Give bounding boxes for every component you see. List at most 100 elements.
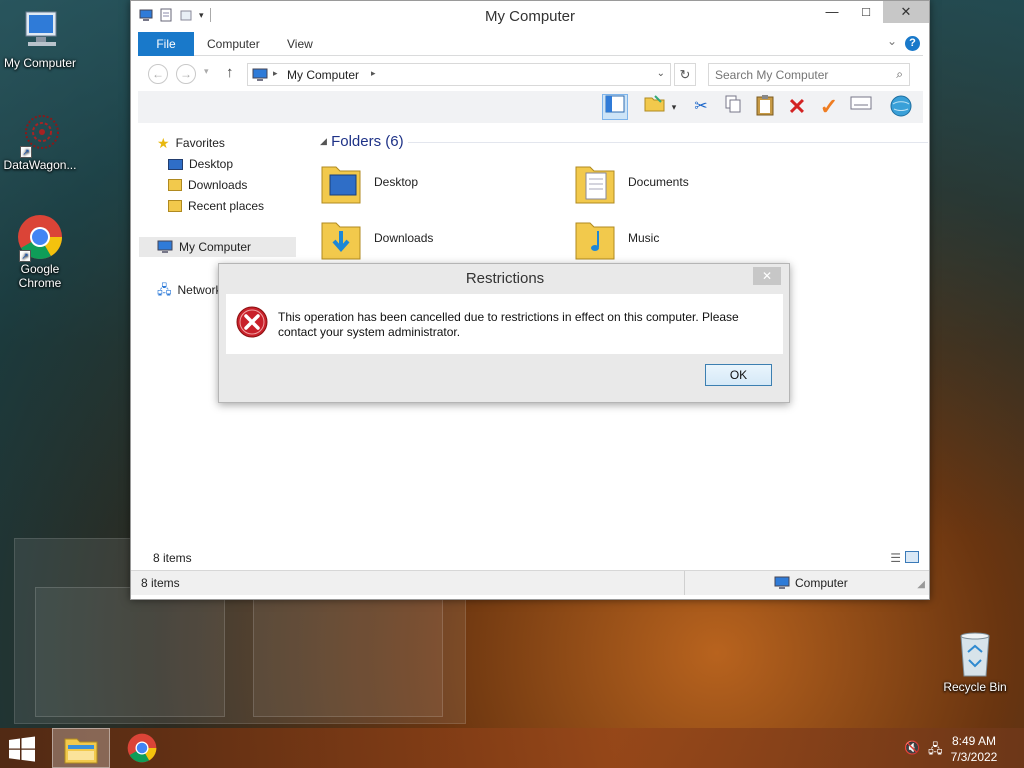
preview-pane-icon[interactable]	[602, 94, 628, 120]
clock[interactable]: 8:49 AM 7/3/2022	[944, 733, 1004, 765]
help-icon[interactable]: ?	[905, 36, 920, 51]
folders-group-header[interactable]: ◢ Folders (6)	[320, 133, 928, 150]
folder-music[interactable]: Music	[574, 215, 659, 261]
folder-label: Music	[628, 231, 660, 245]
recent-locations-icon[interactable]: ▾	[204, 66, 209, 77]
large-icons-view-icon[interactable]	[905, 551, 919, 563]
command-toolbar: ▾ ✂ ✕ ✓	[138, 91, 923, 123]
copy-icon[interactable]	[720, 94, 746, 120]
nav-label: My Computer	[179, 240, 252, 254]
folder-label: Downloads	[374, 231, 434, 245]
datawagon-icon: ↗	[18, 110, 62, 158]
nav-recent-places[interactable]: Recent places	[168, 196, 264, 216]
folders-header-label: Folders (6)	[331, 133, 404, 150]
star-icon: ★	[157, 135, 170, 151]
dialog-close-button[interactable]: ✕	[753, 267, 781, 285]
computer-icon	[157, 240, 173, 253]
folder-downloads[interactable]: Downloads	[320, 215, 433, 261]
desktop-icon-my-computer[interactable]: My Computer	[0, 8, 80, 70]
nav-downloads[interactable]: Downloads	[168, 175, 247, 195]
desktop-icon-label: Recycle Bin	[943, 680, 1007, 694]
folder-label: Documents	[628, 175, 689, 189]
paste-icon[interactable]	[752, 94, 778, 120]
shortcut-arrow-icon: ↗	[20, 146, 32, 158]
desktop-icon	[168, 158, 183, 170]
restrictions-dialog: Restrictions ✕ This operation has been c…	[218, 263, 790, 403]
collapse-caret-icon: ◢	[320, 136, 327, 146]
windows-start-icon[interactable]	[8, 736, 36, 762]
network-globe-icon[interactable]	[888, 94, 914, 120]
details-view-icon[interactable]: ☰	[890, 551, 901, 565]
properties-icon[interactable]	[848, 94, 874, 120]
status-bar: 8 items Computer ◢	[131, 570, 929, 595]
desktop-icon-recycle-bin[interactable]: Recycle Bin	[935, 630, 1015, 694]
ok-button[interactable]: OK	[705, 364, 772, 386]
window-title: My Computer	[484, 8, 576, 25]
volume-muted-icon[interactable]: 🔇	[904, 740, 920, 756]
search-box: ⌕	[708, 63, 910, 86]
computer-icon	[774, 576, 790, 589]
up-button[interactable]: ↑	[226, 64, 234, 81]
chrome-icon: ↗	[17, 214, 63, 262]
desktop-icon-label: DataWagon...	[3, 158, 77, 172]
refresh-button[interactable]: ↻	[674, 63, 696, 86]
error-icon	[236, 306, 268, 338]
clock-time: 8:49 AM	[951, 734, 997, 748]
item-count-row: 8 items ☰	[138, 547, 923, 569]
downloads-folder-icon	[168, 179, 182, 191]
ribbon-tabs: File Computer View ⌄ ?	[138, 32, 923, 56]
forward-button[interactable]: →	[176, 64, 196, 84]
search-input[interactable]	[715, 67, 880, 82]
file-explorer-icon	[64, 738, 98, 764]
minimize-button[interactable]: —	[815, 1, 849, 23]
item-count: 8 items	[153, 551, 192, 565]
dialog-title: Restrictions	[465, 270, 545, 287]
clock-date: 7/3/2022	[950, 750, 998, 764]
folder-options-icon[interactable]	[642, 94, 668, 120]
nav-network[interactable]: 🖧 Network	[157, 280, 222, 300]
resize-grip-icon[interactable]: ◢	[917, 579, 925, 590]
tab-file[interactable]: File	[138, 32, 194, 56]
breadcrumb-chevron-icon[interactable]: ▸	[273, 68, 278, 79]
address-row: ← → ▾ ↑ ▸ My Computer ▸ ⌄ ↻ ⌕	[138, 61, 923, 87]
desktop-icon-google-chrome[interactable]: ↗ Google Chrome	[0, 214, 80, 290]
address-bar[interactable]: ▸ My Computer ▸ ⌄	[247, 63, 671, 86]
desktop-icon-label: Google Chrome	[18, 262, 62, 290]
system-tray: 🔇 🖧 8:49 AM 7/3/2022	[884, 728, 1024, 768]
maximize-button[interactable]: □	[849, 1, 883, 23]
nav-label: Recent places	[188, 199, 265, 213]
status-count: 8 items	[141, 576, 180, 590]
nav-desktop[interactable]: Desktop	[168, 154, 233, 174]
folder-label: Desktop	[374, 175, 419, 189]
recycle-bin-icon	[955, 630, 995, 678]
desktop-icon-datawagon[interactable]: ↗ DataWagon...	[0, 110, 80, 172]
taskbar-google-chrome[interactable]	[118, 728, 168, 768]
tab-computer[interactable]: Computer	[207, 32, 260, 56]
nav-my-computer[interactable]: My Computer	[139, 237, 296, 257]
address-dropdown-icon[interactable]: ⌄	[657, 68, 665, 79]
folder-desktop[interactable]: Desktop	[320, 159, 418, 205]
nav-label: Downloads	[188, 178, 248, 192]
nav-favorites[interactable]: ★ Favorites	[157, 133, 225, 153]
taskbar-file-explorer[interactable]	[52, 728, 110, 768]
title-bar[interactable]: ▾ My Computer — □ ✕	[131, 1, 929, 31]
delete-icon[interactable]: ✕	[784, 94, 810, 120]
expand-ribbon-icon[interactable]: ⌄	[887, 34, 897, 48]
nav-label: Favorites	[175, 136, 225, 150]
breadcrumb-chevron-icon[interactable]: ▸	[371, 68, 376, 79]
music-folder-icon	[575, 222, 615, 260]
tab-view[interactable]: View	[287, 32, 313, 56]
cut-icon[interactable]: ✂	[688, 94, 714, 120]
documents-folder-icon	[575, 166, 615, 204]
close-button[interactable]: ✕	[883, 1, 929, 23]
network-status-icon[interactable]: 🖧	[928, 740, 943, 762]
back-button[interactable]: ←	[148, 64, 168, 84]
window-controls: — □ ✕	[815, 1, 929, 23]
rename-check-icon[interactable]: ✓	[816, 94, 842, 120]
status-divider	[684, 571, 685, 595]
search-icon[interactable]: ⌕	[896, 67, 903, 82]
folder-options-dropdown-icon[interactable]: ▾	[668, 94, 680, 120]
header-divider	[408, 142, 928, 143]
desktop-icon-label: My Computer	[3, 56, 77, 70]
folder-documents[interactable]: Documents	[574, 159, 689, 205]
